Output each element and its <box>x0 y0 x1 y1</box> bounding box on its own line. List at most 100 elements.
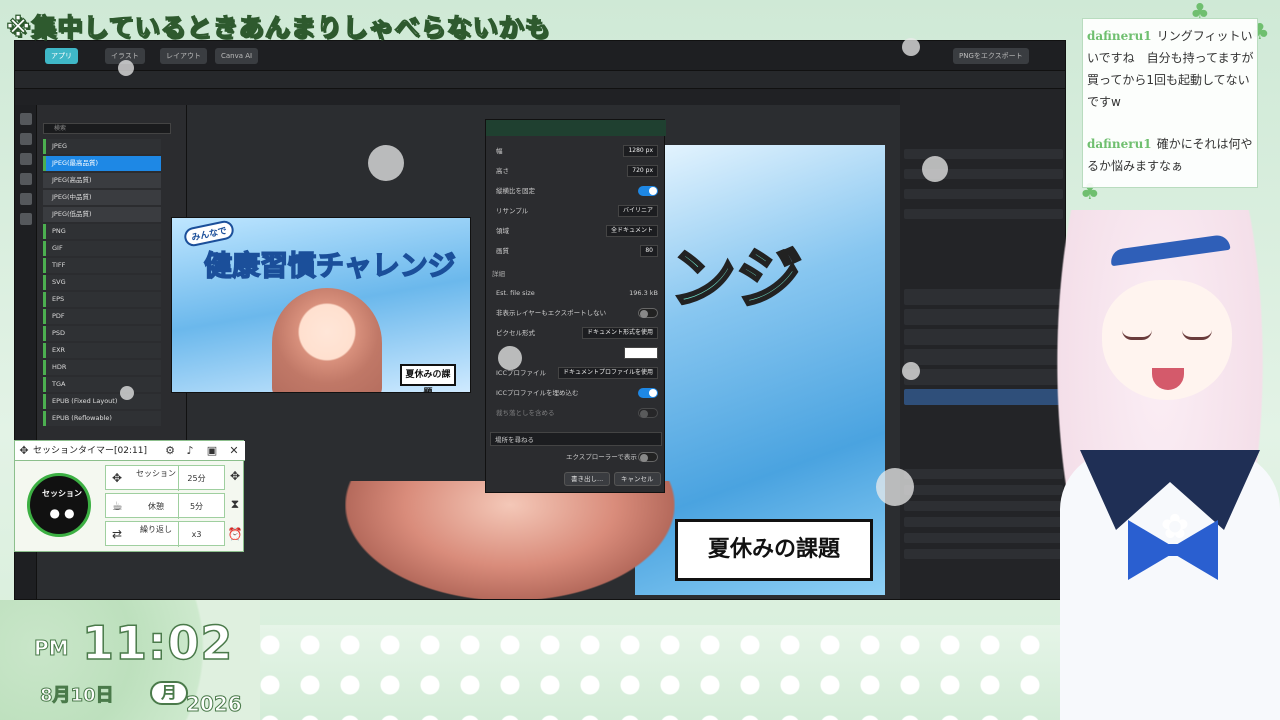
clock-date: 8月10日 <box>40 685 115 707</box>
format-item[interactable]: PSD <box>43 326 161 341</box>
cancel-button[interactable]: キャンセル <box>614 472 661 486</box>
timer-row-break[interactable]: ☕ 休憩 5分 <box>105 493 225 519</box>
export-png-button[interactable]: PNGをエクスポート <box>953 48 1029 64</box>
brush-tool-icon[interactable] <box>20 173 32 185</box>
width-input[interactable]: 1280 px <box>623 145 658 157</box>
quality-row: 画質 80 <box>496 244 658 258</box>
music-note-icon[interactable]: ♪ <box>183 444 197 458</box>
timer-row-label: 休憩 <box>148 502 164 511</box>
bleed-row: 裁ち落としを含める <box>496 406 658 420</box>
chat-username: dafineru1 <box>1087 29 1152 43</box>
toolbar-button-app[interactable]: アプリ <box>45 48 78 64</box>
format-item[interactable]: EPUB (Fixed Layout) <box>43 394 161 409</box>
format-item[interactable]: PNG <box>43 224 161 239</box>
format-item[interactable]: EXR <box>43 343 161 358</box>
toolbar-button-layout[interactable]: レイアウト <box>160 48 207 64</box>
hidden-layers-toggle[interactable] <box>638 308 658 318</box>
toolbar-button-canva[interactable]: Canva AI <box>215 48 259 64</box>
format-item[interactable]: JPEG <box>43 139 161 154</box>
format-item[interactable]: TGA <box>43 377 161 392</box>
select-tool-icon[interactable] <box>20 133 32 145</box>
timer-row-value: 25分 <box>178 466 214 491</box>
close-icon[interactable]: ✕ <box>227 444 241 458</box>
alarm-icon[interactable]: ⏰ <box>227 527 243 543</box>
bleed-toggle[interactable] <box>638 408 658 418</box>
aspect-toggle[interactable] <box>638 186 658 196</box>
format-item[interactable]: SVG <box>43 275 161 290</box>
timer-row-value: 5分 <box>178 494 214 519</box>
embed-icc-row: ICCプロファイルを埋め込む <box>496 386 658 400</box>
chat-box: dafineru1 リングフィットいいですね 自分も持ってますが買ってから1回も… <box>1082 18 1258 188</box>
matte-color-swatch[interactable] <box>624 347 658 359</box>
stream-banner: ※集中しているときあんまりしゃべらないかも <box>5 12 551 42</box>
filesize-value: 196.3 kB <box>629 289 658 297</box>
hidden-layers-row: 非表示レイヤーもエクスポートしない <box>496 306 658 320</box>
lily-icon: ✿ <box>1160 507 1190 547</box>
format-item[interactable]: GIF <box>43 241 161 256</box>
window-icon[interactable]: ▣ <box>205 444 219 458</box>
height-input[interactable]: 720 px <box>627 165 658 177</box>
preview-character-art <box>272 288 382 392</box>
format-item[interactable]: EPS <box>43 292 161 307</box>
hourglass-icon[interactable]: ⧗ <box>227 497 243 513</box>
canvas-character-art <box>345 481 675 599</box>
timer-elapsed: [02:11] <box>114 446 147 456</box>
timer-progress-circle: セッション ● ● <box>27 473 91 537</box>
timer-title: セッションタイマー <box>33 446 115 456</box>
timer-row-repeat[interactable]: ⇄ 繰り返し x3 <box>105 521 225 547</box>
timer-header: ✥ セッションタイマー[02:11] ⚙ ♪ ▣ ✕ <box>15 441 245 461</box>
area-label: 領域 <box>496 227 509 235</box>
pixel-format-select[interactable]: ドキュメント形式を使用 <box>581 327 658 339</box>
format-item[interactable]: JPEG(高品質) <box>43 173 161 188</box>
clock-ampm: PM <box>34 636 70 661</box>
embed-icc-toggle[interactable] <box>638 388 658 398</box>
timer-row-label: 繰り返し <box>140 525 172 534</box>
timer-face-icon: ● ● <box>49 506 75 520</box>
icc-select[interactable]: ドキュメントプロファイルを使用 <box>557 367 658 379</box>
explorer-row: エクスプローラーで表示 <box>496 450 658 464</box>
move-icon: ✥ <box>112 471 123 485</box>
format-item[interactable]: EPUB (Reflowable) <box>43 411 161 426</box>
quality-select[interactable]: 80 <box>640 245 658 257</box>
move-handle-icon[interactable]: ✥ <box>17 444 31 458</box>
icc-row: ICCプロファイル ドキュメントプロファイルを使用 <box>496 366 658 380</box>
hidden-layers-label: 非表示レイヤーもエクスポートしない <box>496 309 607 317</box>
expand-icon[interactable]: ✥ <box>227 469 243 485</box>
format-item[interactable]: JPEG(最高品質) <box>43 156 161 171</box>
format-item[interactable]: HDR <box>43 360 161 375</box>
export-preview: みんなで 健康習慣チャレンジ 夏休みの課題 <box>171 217 471 393</box>
bubble-decoration <box>876 468 914 506</box>
area-row: 領域 全ドキュメント <box>496 224 658 238</box>
export-button[interactable]: 書き出し... <box>564 472 611 486</box>
aspect-row: 縦横比を固定 <box>496 184 658 198</box>
bubble-decoration <box>922 156 948 182</box>
location-select[interactable]: 場所を尋ねる <box>490 432 662 446</box>
session-timer-widget: ✥ セッションタイマー[02:11] ⚙ ♪ ▣ ✕ セッション ● ● ✥ セ… <box>14 440 245 552</box>
move-tool-icon[interactable] <box>20 113 32 125</box>
text-tool-icon[interactable] <box>20 213 32 225</box>
format-search-input[interactable]: 検索 <box>43 123 171 134</box>
export-panel-header <box>486 120 666 136</box>
explorer-label: エクスプローラーで表示 <box>566 453 637 461</box>
format-item[interactable]: TIFF <box>43 258 161 273</box>
resample-row: リサンプル バイリニア <box>496 204 658 218</box>
explorer-toggle[interactable] <box>638 452 658 462</box>
aspect-label: 縦横比を固定 <box>496 187 535 195</box>
preview-title: 健康習慣チャレンジ <box>203 248 456 283</box>
details-heading: 詳細 <box>492 270 505 278</box>
settings-icon[interactable]: ⚙ <box>163 444 177 458</box>
export-format-list: 検索 JPEG JPEG(最高品質) JPEG(高品質) JPEG(中品質) JPEG(… <box>37 105 187 495</box>
coffee-icon: ☕ <box>112 499 123 513</box>
embed-icc-label: ICCプロファイルを埋め込む <box>496 389 579 397</box>
format-item[interactable]: PDF <box>43 309 161 324</box>
resample-select[interactable]: バイリニア <box>617 205 658 217</box>
timer-row-session[interactable]: ✥ セッション 25分 <box>105 465 225 491</box>
resample-label: リサンプル <box>496 207 529 215</box>
clock-weekday: 月 <box>150 681 188 705</box>
format-item[interactable]: JPEG(中品質) <box>43 190 161 205</box>
format-item[interactable]: JPEG(低品質) <box>43 207 161 222</box>
eraser-tool-icon[interactable] <box>20 193 32 205</box>
crop-tool-icon[interactable] <box>20 153 32 165</box>
area-select[interactable]: 全ドキュメント <box>605 225 658 237</box>
filesize-label: Est. file size <box>496 289 535 297</box>
